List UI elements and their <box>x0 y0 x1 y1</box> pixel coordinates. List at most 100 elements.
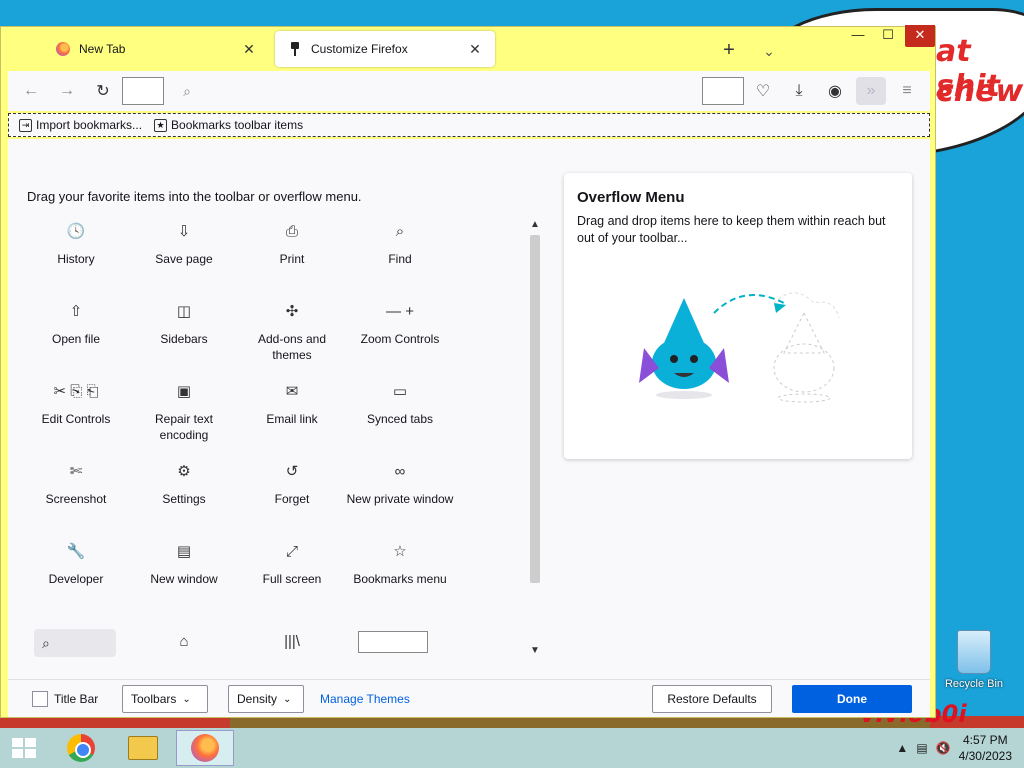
maximize-button[interactable]: ☐ <box>873 25 903 47</box>
chevron-down-icon: ⌄ <box>283 693 292 705</box>
tab-strip: New Tab ✕ Customize Firefox ✕ + ⌄ — ☐ ✕ <box>1 25 937 71</box>
close-window-button[interactable]: ✕ <box>905 25 935 47</box>
palette-item[interactable]: ⇩ Save page <box>130 219 238 289</box>
palette-item-icon: ⎙ <box>285 223 298 240</box>
tab-title: Customize Firefox <box>311 42 408 56</box>
palette-item-label: Bookmarks menu <box>353 572 447 586</box>
palette-item-icon: ✣ <box>285 303 299 320</box>
palette-item-label: Email link <box>266 412 318 426</box>
palette-area: Drag your favorite items into the toolba… <box>8 139 548 657</box>
palette-item-label: Forget <box>274 492 310 506</box>
scroll-down-arrow[interactable]: ▼ <box>527 645 543 659</box>
account-icon[interactable]: ◉ <box>820 77 850 105</box>
palette-item-label: Add-ons and themes <box>257 332 327 362</box>
palette-item[interactable]: ✣ Add-ons and themes <box>238 299 346 369</box>
palette-item[interactable]: 🔧 Developer <box>22 539 130 609</box>
navigation-toolbar: ← → ↻ ⌕ ♡ ⤓ ◉ » ≡ <box>8 71 930 111</box>
recycle-bin-label: Recycle Bin <box>944 678 1004 690</box>
palette-item[interactable]: ⤢ Full screen <box>238 539 346 609</box>
palette-item[interactable]: ✄ Screenshot <box>22 459 130 529</box>
clock-time: 4:57 PM <box>962 733 1008 747</box>
palette-item[interactable]: ⇧ Open file <box>22 299 130 369</box>
bookmark-star-icon: ★ <box>154 118 168 132</box>
palette-item-icon: ⌕ <box>395 223 405 240</box>
scrollbar-thumb[interactable] <box>530 235 540 583</box>
palette-item[interactable]: ⎙ Print <box>238 219 346 289</box>
palette-item-icon: ∞ <box>394 463 406 480</box>
taskbar-chrome[interactable] <box>52 730 110 766</box>
checkbox-box[interactable] <box>32 691 48 707</box>
palette-item-label: New private window <box>346 492 454 506</box>
title-bar-label: Title Bar <box>54 692 99 706</box>
flexible-space-slot[interactable] <box>358 631 428 653</box>
palette-item-label: New window <box>150 572 218 586</box>
palette-item[interactable]: ▭ Synced tabs <box>346 379 454 449</box>
palette-item[interactable]: ☆ Bookmarks menu <box>346 539 454 609</box>
toolbars-label: Toolbars <box>131 692 177 706</box>
palette-item[interactable]: ∞ New private window <box>346 459 454 529</box>
search-widget-slot[interactable]: ⌕ <box>34 629 116 657</box>
minimize-button[interactable]: — <box>843 25 873 47</box>
home-icon[interactable]: ⌂ <box>130 629 238 659</box>
palette-item[interactable]: ✂ ⎘ ⎗ Edit Controls <box>22 379 130 449</box>
overflow-menu-panel[interactable]: Overflow Menu Drag and drop items here t… <box>564 173 912 459</box>
palette-item[interactable]: ✉ Email link <box>238 379 346 449</box>
palette-item[interactable]: — + Zoom Controls <box>346 299 454 369</box>
downloads-icon[interactable]: ⤓ <box>784 77 814 105</box>
scroll-up-arrow[interactable]: ▲ <box>527 219 543 233</box>
palette-item-label: Zoom Controls <box>360 332 440 346</box>
close-tab-icon[interactable]: ✕ <box>241 41 257 57</box>
volume-muted-icon[interactable]: 🔇 <box>936 741 951 755</box>
palette-scrollbar[interactable]: ▲ ▼ <box>527 219 543 659</box>
title-bar-checkbox[interactable]: Title Bar <box>32 691 98 707</box>
palette-item-label: Print <box>279 252 305 266</box>
back-icon[interactable]: ← <box>16 77 46 105</box>
hamburger-menu-icon[interactable]: ≡ <box>892 77 922 105</box>
taskbar-firefox[interactable] <box>176 730 234 766</box>
firefox-icon <box>191 734 219 762</box>
new-tab-button[interactable]: + <box>717 39 741 63</box>
palette-item[interactable]: ▣ Repair text encoding <box>130 379 238 449</box>
done-button[interactable]: Done <box>792 685 912 713</box>
palette-item[interactable]: ⌕ Find <box>346 219 454 289</box>
network-icon[interactable]: ▤ <box>916 741 927 755</box>
tab-customize-firefox[interactable]: Customize Firefox ✕ <box>275 31 495 67</box>
palette-item-icon: ☆ <box>393 543 407 560</box>
palette-item-label: Screenshot <box>45 492 107 506</box>
tab-title: New Tab <box>79 42 126 56</box>
palette-item[interactable]: ⚙ Settings <box>130 459 238 529</box>
reload-icon[interactable]: ↻ <box>88 77 118 105</box>
taskbar-file-explorer[interactable] <box>114 730 172 766</box>
home-button-slot[interactable] <box>122 77 164 105</box>
palette-item-icon: ⇩ <box>177 223 191 240</box>
palette-item[interactable]: 🕓 History <box>22 219 130 289</box>
flexible-space-slot[interactable] <box>702 77 744 105</box>
import-bookmarks-button[interactable]: ⇥ Import bookmarks... <box>19 118 142 132</box>
palette-item-icon: ⚙ <box>177 463 191 480</box>
pocket-icon[interactable]: ♡ <box>748 77 778 105</box>
restore-defaults-button[interactable]: Restore Defaults <box>652 685 772 713</box>
tab-new-tab[interactable]: New Tab ✕ <box>43 31 269 67</box>
library-icon[interactable]: |||\ <box>238 629 346 659</box>
recycle-bin-icon <box>957 630 991 674</box>
palette-item[interactable]: ↺ Forget <box>238 459 346 529</box>
clock[interactable]: 4:57 PM 4/30/2023 <box>959 732 1012 764</box>
manage-themes-link[interactable]: Manage Themes <box>320 692 410 706</box>
forward-icon[interactable]: → <box>52 77 82 105</box>
palette-item-icon: ⇧ <box>69 303 83 320</box>
start-button[interactable] <box>0 728 48 768</box>
recycle-bin[interactable]: Recycle Bin <box>943 630 1005 690</box>
toolbars-dropdown[interactable]: Toolbars ⌄ <box>122 685 208 713</box>
overflow-menu-title: Overflow Menu <box>577 189 685 206</box>
customization-palette: 🕓 History ⇩ Save page ⎙ Print ⌕ Find ⇧ Open file ◫… <box>8 219 528 659</box>
overflow-menu-icon[interactable]: » <box>856 77 886 105</box>
palette-item-icon: ⤢ <box>285 543 298 560</box>
density-dropdown[interactable]: Density ⌄ <box>228 685 304 713</box>
palette-item-icon: |||\ <box>284 633 300 650</box>
close-tab-icon[interactable]: ✕ <box>467 41 483 57</box>
show-hidden-icons-icon[interactable]: ▲ <box>896 741 908 755</box>
palette-item[interactable]: ▤ New window <box>130 539 238 609</box>
palette-item[interactable]: ◫ Sidebars <box>130 299 238 369</box>
list-all-tabs-button[interactable]: ⌄ <box>757 39 781 63</box>
bookmarks-toolbar-items[interactable]: ★ Bookmarks toolbar items <box>154 118 303 132</box>
